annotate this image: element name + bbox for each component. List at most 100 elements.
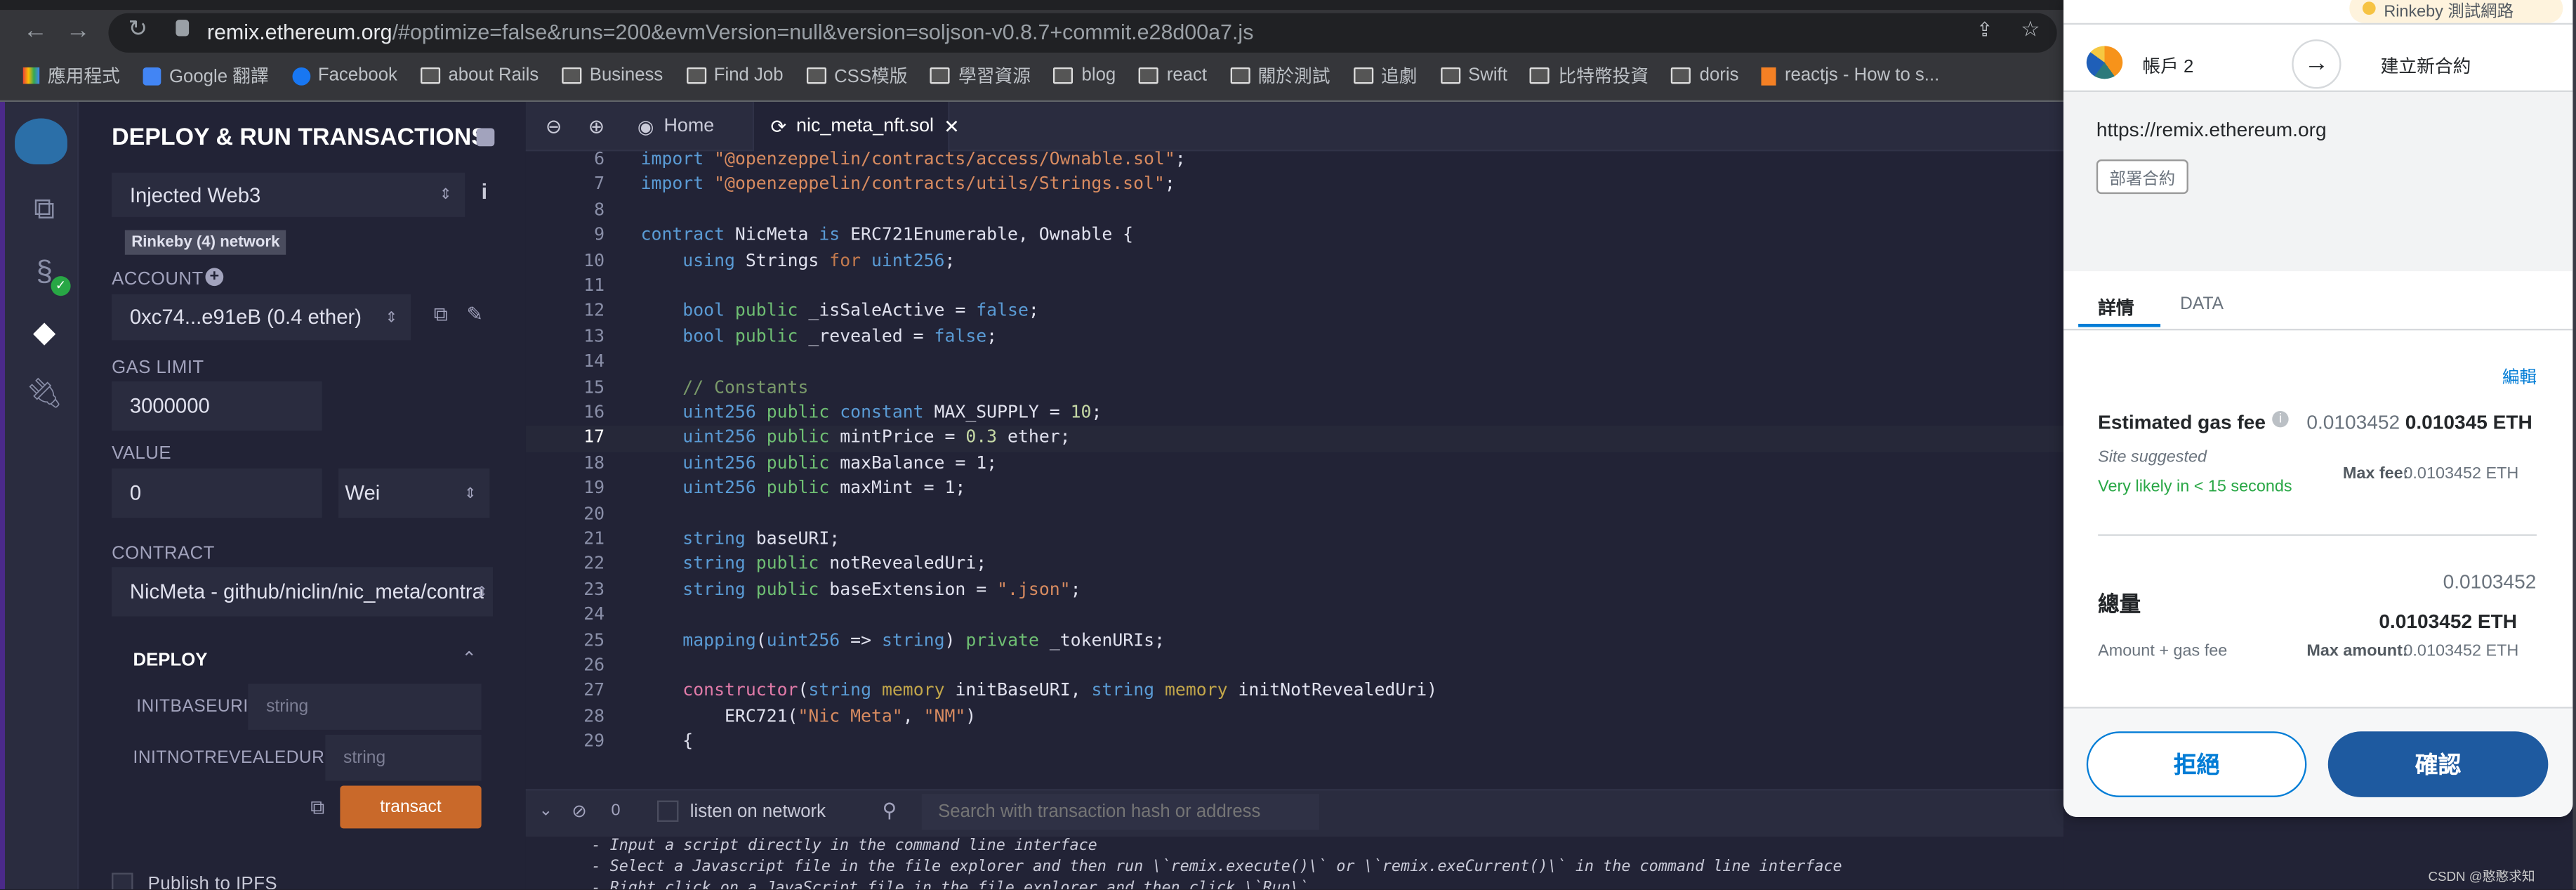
bookmark-item[interactable]: react: [1138, 63, 1207, 89]
account-value: 0xc74...e91eB (0.4 ether): [129, 306, 362, 329]
terminal: ⌄ ⊘ 0 listen on network ⚲ - Input a scri…: [525, 789, 2064, 889]
facebook-icon: [291, 66, 310, 85]
stackoverflow-icon: [1762, 66, 1777, 85]
line-source: uint256 public constant MAX_SUPPLY = 10;: [641, 401, 1102, 426]
code-token: uint256: [682, 478, 767, 499]
line-number: 8: [594, 200, 605, 221]
gas-limit-label: GAS LIMIT: [112, 358, 204, 379]
gas-limit-input[interactable]: 3000000: [112, 381, 322, 431]
code-token: public: [734, 327, 809, 347]
bookmark-item[interactable]: 追劇: [1353, 63, 1418, 89]
deploy-run-icon[interactable]: ◆: [25, 315, 64, 350]
code-line: 29 {: [526, 730, 2063, 755]
line-source: uint256 public maxMint = 1;: [641, 477, 965, 502]
code-line: 17 uint256 public mintPrice = 0.3 ether;: [525, 426, 2064, 452]
terminal-line: - Right click on a JavaScript file in th…: [591, 879, 1309, 889]
code-line: 27 constructor(string memory initBaseURI…: [526, 679, 2063, 705]
code-token: public: [734, 301, 809, 322]
account-name: 帳戶 2: [2142, 57, 2194, 77]
back-icon[interactable]: ←: [23, 16, 48, 44]
bookmark-item[interactable]: doris: [1671, 63, 1738, 89]
plugin-icon[interactable]: 🔌︎: [25, 377, 64, 411]
edit-gas-link[interactable]: 編輯: [2502, 365, 2537, 389]
tx-search-input[interactable]: [921, 794, 1320, 830]
clear-console-icon[interactable]: ⊘: [572, 801, 587, 822]
url-text[interactable]: remix.ethereum.org/#optimize=false&runs=…: [207, 20, 1254, 44]
bookmark-item[interactable]: Swift: [1440, 63, 1507, 89]
code-token: ): [944, 630, 966, 650]
bookmark-item[interactable]: Google 翻譯: [143, 63, 269, 89]
share-icon[interactable]: ⇪: [1976, 18, 1993, 41]
confirm-button[interactable]: 確認: [2327, 731, 2549, 797]
bookmark-item[interactable]: 學習資源: [930, 63, 1031, 89]
code-token: is: [819, 225, 851, 246]
tab-nic-meta-nft[interactable]: ⟳ nic_meta_nft.sol ✕: [752, 102, 960, 152]
info-icon[interactable]: i: [2272, 411, 2289, 428]
bookmark-item[interactable]: about Rails: [420, 63, 539, 89]
publish-ipfs-checkbox[interactable]: [112, 872, 133, 889]
environment-select[interactable]: Injected Web3 ⇕: [112, 172, 465, 217]
bookmark-item[interactable]: reactjs - How to s...: [1762, 63, 1939, 89]
copy-calldata-icon[interactable]: ⧉: [310, 796, 324, 820]
add-account-icon[interactable]: +: [205, 268, 224, 287]
folder-icon: [420, 67, 440, 84]
bookmark-item[interactable]: 關於測試: [1229, 63, 1330, 89]
code-token: public: [755, 554, 830, 575]
listen-network-checkbox[interactable]: [656, 800, 679, 822]
code-area[interactable]: 6 import "@openzeppelin/contracts/access/…: [525, 151, 2064, 789]
bookmark-item[interactable]: Find Job: [686, 63, 784, 89]
tab-details[interactable]: 詳情: [2098, 294, 2134, 320]
transact-button[interactable]: transact: [340, 785, 482, 829]
reject-button[interactable]: 拒絕: [2086, 731, 2307, 797]
bookmark-item[interactable]: Business: [562, 63, 663, 89]
code-token: uint256: [682, 453, 767, 473]
bookmark-item[interactable]: blog: [1053, 63, 1116, 89]
network-pill[interactable]: Rinkeby 測試網路: [2349, 0, 2563, 23]
remix-logo-icon[interactable]: [15, 118, 67, 164]
collapse-chevron-icon[interactable]: ⌃: [462, 648, 477, 669]
param-label: INITNOTREVEALEDURI:: [133, 747, 335, 768]
bookmark-item[interactable]: Facebook: [291, 63, 397, 89]
bookmark-label: 學習資源: [958, 67, 1031, 88]
tab-data[interactable]: DATA: [2180, 294, 2224, 314]
max-amount-value: 0.0103452 ETH: [2403, 642, 2519, 661]
bookmark-item[interactable]: CSS模版: [806, 63, 908, 89]
tab-home[interactable]: ◉ Home: [621, 102, 731, 151]
bookmark-item[interactable]: 應用程式: [22, 63, 120, 89]
unit-select[interactable]: Wei ⇕: [338, 468, 490, 518]
account-select[interactable]: 0xc74...e91eB (0.4 ether) ⇕: [112, 294, 411, 341]
code-line: 19 uint256 public maxMint = 1;: [526, 477, 2063, 502]
code-line: 14: [526, 351, 2063, 376]
initbaseuri-input[interactable]: string: [248, 683, 482, 730]
line-number: 20: [583, 504, 605, 524]
contract-select[interactable]: NicMeta - github/niclin/nic_meta/contra ⇕: [112, 567, 493, 617]
reload-icon[interactable]: ↻: [128, 15, 147, 43]
info-icon[interactable]: i: [482, 179, 487, 204]
edit-icon[interactable]: ✎: [467, 303, 484, 326]
value-input[interactable]: 0: [112, 468, 322, 518]
close-tab-icon[interactable]: ✕: [944, 115, 960, 138]
code-token: ): [965, 706, 977, 726]
action-title: 建立新合約: [2380, 57, 2471, 77]
collapse-terminal-icon[interactable]: ⌄: [539, 802, 553, 820]
zoom-in-icon[interactable]: ⊕: [588, 115, 605, 138]
star-icon[interactable]: ☆: [2021, 16, 2040, 42]
code-line: 16 uint256 public constant MAX_SUPPLY = …: [526, 401, 2063, 426]
docs-icon[interactable]: [476, 128, 495, 147]
zoom-out-icon[interactable]: ⊖: [546, 115, 562, 138]
folder-icon: [1229, 67, 1250, 84]
forward-icon[interactable]: →: [66, 16, 91, 44]
bookmark-item[interactable]: 比特幣投資: [1530, 63, 1649, 89]
code-token: ether;: [997, 428, 1071, 448]
code-token: ;: [1028, 301, 1039, 322]
file-explorer-icon[interactable]: ⧉: [25, 192, 64, 227]
initnotrevealeduri-input[interactable]: string: [325, 734, 482, 781]
code-token: uint256: [766, 630, 840, 650]
code-line: 9 contract NicMeta is ERC721Enumerable, O…: [526, 224, 2063, 249]
copy-icon[interactable]: ⧉: [434, 303, 448, 327]
line-source: string public baseExtension = ".json";: [641, 578, 1081, 603]
